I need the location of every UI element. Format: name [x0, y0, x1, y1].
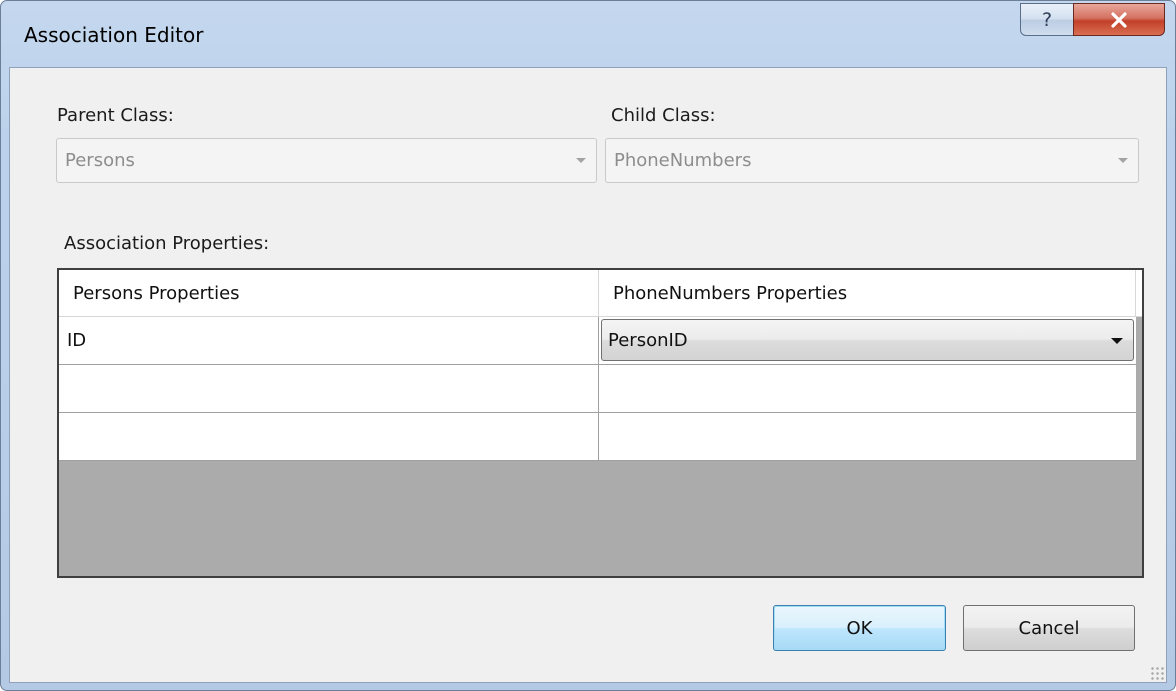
title-bar: Association Editor ? [1, 1, 1175, 67]
parent-class-combobox[interactable]: Persons [56, 138, 597, 183]
close-button[interactable] [1073, 3, 1165, 36]
child-class-combobox[interactable]: PhoneNumbers [605, 138, 1139, 183]
parent-class-value: Persons [65, 150, 135, 171]
phonenumbers-property-cell: PersonID [599, 317, 1136, 364]
dialog-body: Parent Class: Persons Child Class: Phone… [9, 67, 1167, 683]
persons-property-cell[interactable]: ID [59, 317, 599, 364]
table-row [59, 413, 1136, 461]
association-properties-label: Association Properties: [64, 233, 270, 254]
resize-grip-icon[interactable] [1150, 666, 1164, 680]
phonenumbers-property-combobox[interactable]: PersonID [601, 319, 1134, 361]
association-editor-dialog: Association Editor ? Parent Class: Perso… [0, 0, 1176, 691]
table-row [59, 365, 1136, 413]
ok-button[interactable]: OK [773, 605, 946, 651]
close-icon [1111, 11, 1127, 28]
child-class-value: PhoneNumbers [614, 150, 752, 171]
parent-class-label: Parent Class: [57, 105, 174, 126]
phonenumbers-property-value: PersonID [608, 330, 688, 351]
window-title: Association Editor [24, 23, 204, 47]
help-icon: ? [1041, 8, 1053, 31]
phonenumbers-property-cell[interactable] [599, 413, 1136, 460]
column-header-persons-properties[interactable]: Persons Properties [59, 270, 599, 316]
persons-property-cell[interactable] [59, 365, 599, 412]
phonenumbers-property-cell[interactable] [599, 365, 1136, 412]
chevron-down-icon [1118, 158, 1128, 163]
column-header-phonenumbers-properties[interactable]: PhoneNumbers Properties [599, 270, 1136, 316]
table-row: ID PersonID [59, 317, 1136, 365]
chevron-down-icon [1111, 338, 1123, 344]
help-button[interactable]: ? [1020, 3, 1074, 36]
child-class-label: Child Class: [611, 105, 716, 126]
cancel-button[interactable]: Cancel [963, 605, 1135, 651]
grid-header-row: Persons Properties PhoneNumbers Properti… [59, 270, 1142, 317]
persons-property-cell[interactable] [59, 413, 599, 460]
association-properties-grid: Persons Properties PhoneNumbers Properti… [57, 268, 1144, 578]
chevron-down-icon [576, 158, 586, 163]
